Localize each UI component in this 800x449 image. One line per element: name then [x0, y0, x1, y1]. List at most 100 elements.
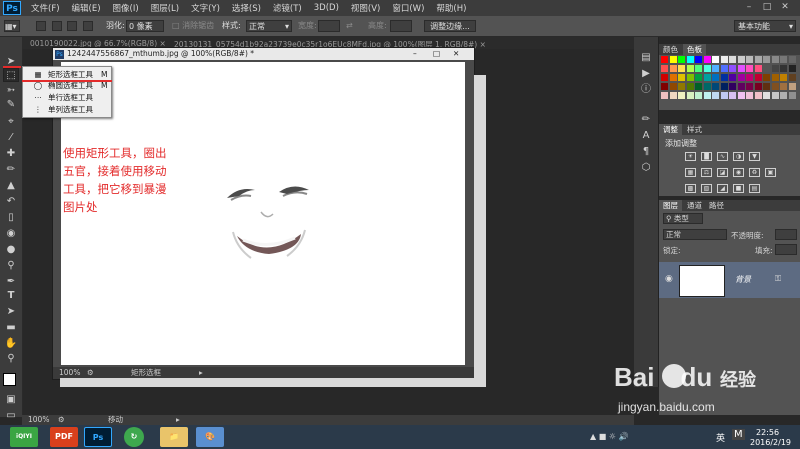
color-swatch[interactable] [703, 65, 711, 72]
color-swatch[interactable] [703, 74, 711, 81]
refine-edge-button[interactable]: 调整边缘... [424, 20, 476, 32]
iqiyi-app-icon[interactable]: iQIYI [10, 427, 38, 447]
ime-icon[interactable]: M [732, 429, 745, 440]
color-swatch[interactable] [695, 92, 702, 99]
color-swatch[interactable] [763, 74, 770, 81]
color-swatch[interactable] [661, 92, 668, 99]
tab-adjustments[interactable]: 调整 [659, 124, 682, 135]
threshold-icon[interactable]: ◢ [717, 184, 728, 193]
quick-mask-icon[interactable]: ▣ [3, 393, 19, 407]
quick-select-tool-icon[interactable]: ✎ [3, 98, 19, 112]
color-swatch[interactable] [746, 65, 753, 72]
pdf-app-icon[interactable]: PDF [50, 427, 78, 447]
doc-maximize-icon[interactable]: □ [433, 48, 440, 60]
height-input[interactable] [390, 20, 412, 32]
layer-name[interactable]: 背景 [735, 274, 751, 285]
color-balance-icon[interactable]: ⚖ [701, 168, 712, 177]
color-swatch[interactable] [780, 83, 787, 90]
input-language[interactable]: 英 [716, 431, 725, 444]
eyedropper-tool-icon[interactable]: ⁄ [3, 131, 19, 145]
color-swatch[interactable] [669, 74, 677, 81]
workspace-select[interactable]: 基本功能 ▾ [734, 20, 796, 32]
black-white-icon[interactable]: ◪ [717, 168, 728, 177]
tab-color[interactable]: 颜色 [659, 44, 682, 55]
hand-tool-icon[interactable]: ✋ [3, 337, 19, 351]
color-swatch[interactable] [737, 83, 745, 90]
color-swatch[interactable] [686, 83, 694, 90]
color-swatch[interactable] [669, 83, 677, 90]
flyout-item-column-marquee[interactable]: ⋮ 单列选框工具 [23, 104, 111, 115]
color-swatch[interactable] [746, 74, 753, 81]
clock-time[interactable]: 22:56 [756, 428, 779, 437]
color-swatch[interactable] [780, 65, 787, 72]
curves-icon[interactable]: ∿ [717, 152, 728, 161]
color-swatch[interactable] [737, 92, 745, 99]
color-swatch[interactable] [737, 56, 745, 63]
color-swatch[interactable] [729, 74, 736, 81]
status-info-icon[interactable]: ⚙ [58, 415, 65, 425]
levels-icon[interactable]: █ [701, 152, 712, 161]
history-brush-tool-icon[interactable]: ↶ [3, 195, 19, 209]
vibrance-icon[interactable]: ▼ [749, 152, 760, 161]
color-swatch[interactable] [754, 92, 762, 99]
color-swatch[interactable] [788, 92, 796, 99]
color-swatch[interactable] [703, 83, 711, 90]
color-swatch[interactable] [746, 56, 753, 63]
info-panel-icon[interactable]: ⓘ [638, 83, 654, 97]
color-swatch[interactable] [661, 65, 668, 72]
tab-channels[interactable]: 通道 [683, 200, 706, 211]
color-swatch[interactable] [754, 65, 762, 72]
maximize-icon[interactable]: □ [760, 2, 774, 13]
tab-styles[interactable]: 样式 [683, 124, 706, 135]
tray-icons[interactable]: ▲ ■ ☼ 🔊 [590, 432, 628, 441]
clone-stamp-tool-icon[interactable]: ▲ [3, 179, 19, 193]
blend-mode-select[interactable]: 正常 [663, 229, 727, 240]
menu-filter[interactable]: 滤镜(T) [267, 2, 308, 14]
exposure-icon[interactable]: ◑ [733, 152, 744, 161]
menu-edit[interactable]: 编辑(E) [66, 2, 107, 14]
document-title-bar[interactable]: Ps 1242447556867_mthumb.jpg @ 100%(RGB/8#… [53, 48, 474, 60]
tab-layers[interactable]: 图层 [659, 200, 682, 211]
type-tool-icon[interactable]: T [3, 289, 19, 303]
color-swatch[interactable] [695, 65, 702, 72]
color-swatch[interactable] [729, 83, 736, 90]
swap-icon[interactable]: ⇄ [346, 20, 353, 32]
color-swatch[interactable] [763, 83, 770, 90]
doc-close-icon[interactable]: ✕ [453, 48, 459, 60]
channel-mixer-icon[interactable]: ♻ [749, 168, 760, 177]
rectangle-tool-icon[interactable]: ▬ [3, 321, 19, 335]
visibility-eye-icon[interactable]: ◉ [665, 274, 673, 284]
menu-help[interactable]: 帮助(H) [430, 2, 472, 14]
blur-tool-icon[interactable]: ● [3, 243, 19, 257]
color-swatch[interactable] [763, 56, 770, 63]
dodge-tool-icon[interactable]: ⚲ [3, 259, 19, 273]
color-swatch[interactable] [686, 65, 694, 72]
color-swatch[interactable] [720, 74, 728, 81]
paint-bucket-tool-icon[interactable]: ◉ [3, 227, 19, 241]
color-swatch[interactable] [678, 92, 685, 99]
color-swatch[interactable] [788, 65, 796, 72]
clock-date[interactable]: 2016/2/19 [750, 438, 791, 447]
menu-file[interactable]: 文件(F) [25, 2, 66, 14]
menu-type[interactable]: 文字(Y) [185, 2, 226, 14]
color-swatch[interactable] [712, 65, 719, 72]
color-swatch[interactable] [678, 83, 685, 90]
eraser-tool-icon[interactable]: ▯ [3, 211, 19, 225]
color-swatch[interactable] [712, 83, 719, 90]
marquee-tool-icon[interactable]: ⬚ [3, 68, 19, 82]
color-swatch[interactable] [720, 92, 728, 99]
opacity-input[interactable] [775, 229, 797, 240]
width-input[interactable] [318, 20, 340, 32]
brightness-contrast-icon[interactable]: ☀ [685, 152, 696, 161]
menu-layer[interactable]: 图层(L) [145, 2, 185, 14]
minimize-icon[interactable]: – [742, 2, 756, 13]
menu-select[interactable]: 选择(S) [226, 2, 267, 14]
color-swatch[interactable] [669, 56, 677, 63]
history-panel-icon[interactable]: ▤ [638, 51, 654, 65]
color-swatch[interactable] [763, 92, 770, 99]
color-swatch[interactable] [686, 74, 694, 81]
style-select[interactable]: 正常 ▾ [246, 20, 292, 32]
color-swatch[interactable] [771, 56, 779, 63]
photoshop-app-icon[interactable]: Ps [84, 427, 112, 447]
color-swatch[interactable] [669, 65, 677, 72]
